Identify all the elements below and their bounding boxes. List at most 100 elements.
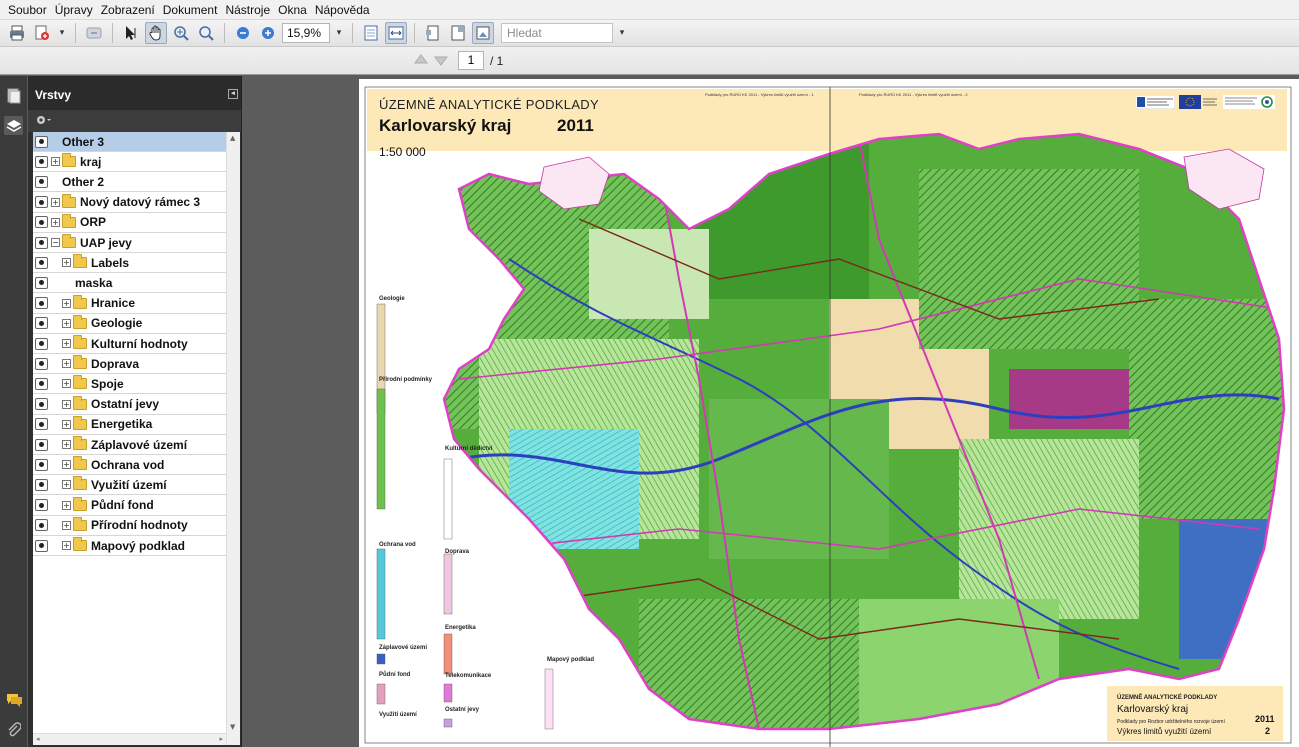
layer-row[interactable]: + Využití území [33, 475, 226, 496]
layer-row[interactable]: + Kulturní hodnoty [33, 334, 226, 354]
layer-row[interactable]: + Ochrana vod [33, 455, 226, 476]
layer-row[interactable]: Other 2 [33, 172, 226, 193]
layer-row[interactable]: + Záplavové území [33, 435, 226, 455]
zoom-marquee-icon[interactable] [170, 22, 192, 44]
layer-row[interactable]: + Přírodní hodnoty [33, 516, 226, 536]
eye-visibility-icon[interactable] [35, 478, 48, 491]
layer-row[interactable]: + ORP [33, 213, 226, 233]
page-setup-icon[interactable] [422, 22, 444, 44]
collapse-icon[interactable]: − [51, 238, 60, 247]
undo-icon[interactable] [83, 22, 105, 44]
layer-row[interactable]: + Půdní fond [33, 496, 226, 516]
eye-visibility-icon[interactable] [35, 458, 48, 471]
expand-icon[interactable]: + [62, 318, 71, 328]
layer-row[interactable]: + Doprava [33, 354, 226, 375]
layers-panel-icon[interactable] [4, 116, 23, 135]
menu-upravy[interactable]: Úpravy [51, 0, 97, 20]
eye-visibility-icon[interactable] [35, 276, 48, 289]
expand-icon[interactable]: + [62, 460, 71, 470]
export-icon[interactable] [31, 22, 53, 44]
eye-visibility-icon[interactable] [35, 175, 48, 188]
layers-options-button[interactable] [28, 110, 241, 132]
fit-width-icon[interactable] [385, 22, 407, 44]
menu-soubor[interactable]: Soubor [4, 0, 51, 20]
menu-okna[interactable]: Okna [274, 0, 311, 20]
layer-row[interactable]: + Ostatní jevy [33, 395, 226, 415]
expand-icon[interactable]: + [62, 298, 71, 308]
attachments-icon[interactable] [4, 720, 23, 739]
expand-icon[interactable]: + [62, 520, 71, 530]
expand-icon[interactable]: + [62, 379, 71, 389]
layer-row[interactable]: + Energetika [33, 415, 226, 435]
expand-icon[interactable]: + [62, 440, 71, 449]
previous-page-icon[interactable] [413, 53, 429, 67]
expand-icon[interactable]: + [62, 419, 71, 429]
eye-visibility-icon[interactable] [35, 438, 48, 451]
next-page-icon[interactable] [433, 53, 449, 67]
eye-visibility-icon[interactable] [35, 519, 48, 532]
layer-row[interactable]: + Mapový podklad [33, 536, 226, 556]
layer-row[interactable]: − UAP jevy [33, 233, 226, 253]
eye-visibility-icon[interactable] [35, 155, 48, 168]
eye-visibility-icon[interactable] [35, 297, 48, 310]
layer-row[interactable]: + Labels [33, 253, 226, 274]
eye-visibility-icon[interactable] [35, 135, 48, 148]
snapshot-icon[interactable] [472, 22, 494, 44]
expand-icon[interactable]: + [62, 399, 71, 409]
pages-panel-icon[interactable] [4, 86, 23, 105]
layer-row[interactable]: + kraj [33, 152, 226, 173]
fit-page-icon[interactable] [360, 22, 382, 44]
zoom-dropdown-icon[interactable]: ▾ [333, 28, 345, 38]
eye-visibility-icon[interactable] [35, 196, 48, 209]
comments-icon[interactable] [4, 690, 23, 709]
zoom-level-input[interactable]: 15,9% [282, 23, 330, 43]
expand-icon[interactable]: + [62, 500, 71, 510]
layer-label: Energetika [91, 417, 153, 432]
page-number-input[interactable]: 1 [458, 51, 484, 70]
eye-visibility-icon[interactable] [35, 256, 48, 269]
zoom-out-minus-icon[interactable] [232, 22, 254, 44]
layers-horizontal-scrollbar[interactable]: ◂ ▸ [33, 733, 226, 745]
layer-row[interactable]: Other 3 [33, 132, 226, 152]
expand-icon[interactable]: + [51, 197, 60, 207]
expand-icon[interactable]: + [62, 258, 71, 268]
menu-napoveda[interactable]: Nápověda [311, 0, 374, 20]
expand-icon[interactable]: + [62, 339, 71, 348]
search-input[interactable]: Hledat [501, 23, 613, 43]
eye-visibility-icon[interactable] [35, 337, 48, 350]
eye-visibility-icon[interactable] [35, 539, 48, 552]
region-map[interactable] [359, 79, 1299, 747]
collapse-panel-button[interactable]: ◂ [228, 89, 238, 99]
hand-tool-icon[interactable] [145, 22, 167, 44]
eye-visibility-icon[interactable] [35, 499, 48, 512]
expand-icon[interactable]: + [62, 359, 71, 369]
eye-visibility-icon[interactable] [35, 236, 48, 249]
expand-icon[interactable]: + [51, 217, 60, 227]
eye-visibility-icon[interactable] [35, 377, 48, 390]
eye-visibility-icon[interactable] [35, 418, 48, 431]
eye-visibility-icon[interactable] [35, 216, 48, 229]
layer-row[interactable]: + Geologie [33, 314, 226, 334]
print-icon[interactable] [6, 22, 28, 44]
search-dropdown-icon[interactable]: ▾ [616, 28, 628, 38]
layer-row[interactable]: + Spoje [33, 374, 226, 395]
menu-nastroje[interactable]: Nástroje [221, 0, 274, 20]
eye-visibility-icon[interactable] [35, 398, 48, 411]
layer-row[interactable]: maska [33, 273, 226, 294]
expand-icon[interactable]: + [62, 480, 71, 490]
layer-row[interactable]: + Nový datový rámec 3 [33, 193, 226, 213]
layer-row[interactable]: + Hranice [33, 294, 226, 314]
zoom-plus-icon[interactable] [257, 22, 279, 44]
gear-icon[interactable] [34, 113, 52, 127]
menu-zobrazeni[interactable]: Zobrazení [97, 0, 159, 20]
export-dropdown-icon[interactable]: ▾ [56, 28, 68, 38]
select-tool-icon[interactable] [120, 22, 142, 44]
expand-icon[interactable]: + [51, 157, 60, 167]
eye-visibility-icon[interactable] [35, 317, 48, 330]
menu-dokument[interactable]: Dokument [159, 0, 222, 20]
zoom-in-icon[interactable] [195, 22, 217, 44]
layers-view-icon[interactable] [447, 22, 469, 44]
layers-vertical-scrollbar[interactable]: ▲ ▼ [226, 132, 240, 745]
expand-icon[interactable]: + [62, 541, 71, 550]
eye-visibility-icon[interactable] [35, 357, 48, 370]
